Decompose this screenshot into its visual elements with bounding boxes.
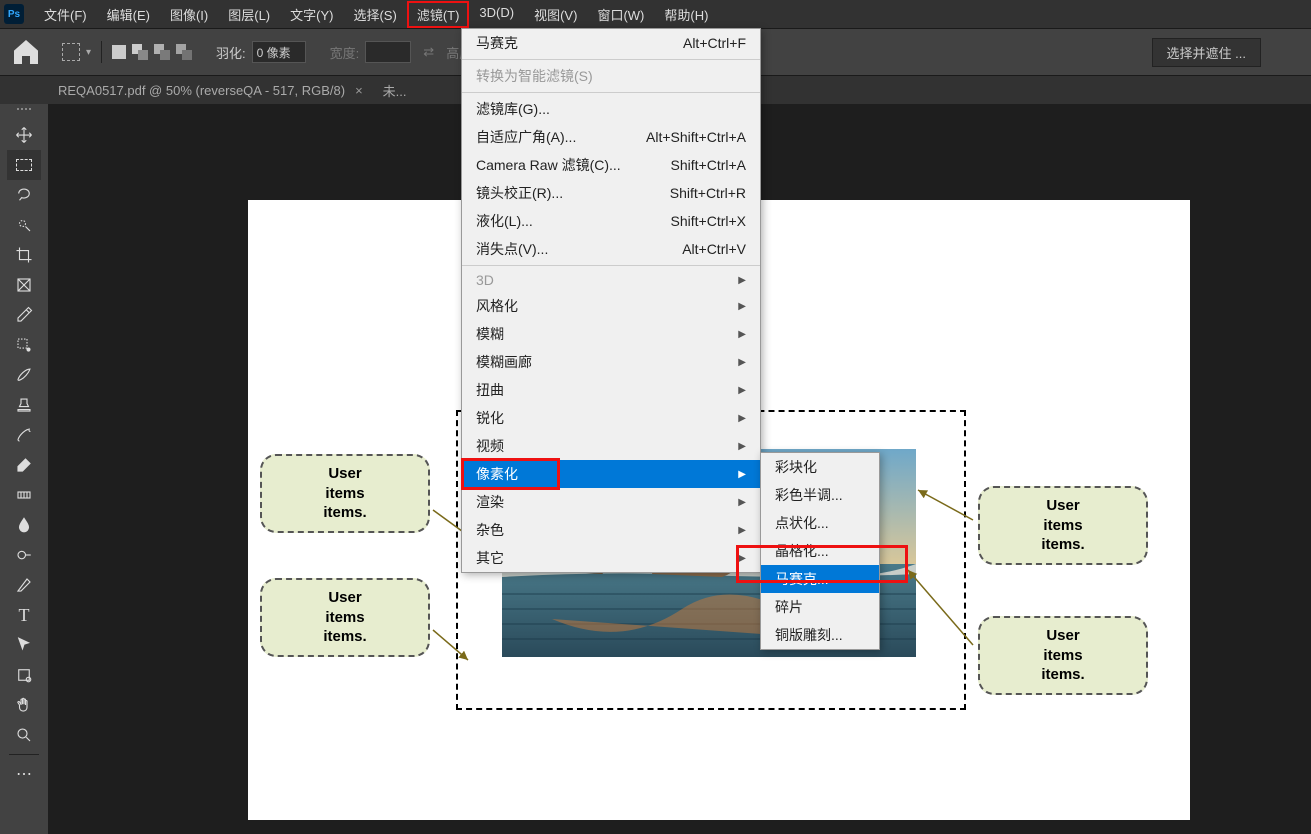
menu-图层[interactable]: 图层(L) [218,1,280,28]
marquee-icon[interactable] [62,43,80,61]
eraser-tool[interactable] [7,450,41,480]
path-select-tool[interactable] [7,630,41,660]
menu-编辑[interactable]: 编辑(E) [97,1,160,28]
menuitem-模糊画廊[interactable]: 模糊画廊▶ [462,348,760,376]
swap-icon: ⇄ [423,44,434,60]
width-label: 宽度: [330,43,360,62]
history-brush-tool[interactable] [7,420,41,450]
menuitem-模糊[interactable]: 模糊▶ [462,320,760,348]
menuitem-马赛克[interactable]: 马赛克Alt+Ctrl+F [462,29,760,57]
menu-图像[interactable]: 图像(I) [160,1,218,28]
filter-menu: 马赛克Alt+Ctrl+F 转换为智能滤镜(S) 滤镜库(G)...自适应广角(A)… [461,28,761,573]
zoom-tool[interactable] [7,720,41,750]
new-selection-icon[interactable] [112,45,126,59]
menuitem-杂色[interactable]: 杂色▶ [462,516,760,544]
marquee-tool[interactable] [7,150,41,180]
frame-tool[interactable] [7,270,41,300]
tab-1[interactable]: REQA0517.pdf @ 50% (reverseQA - 517, RGB… [48,79,373,102]
menuitem-转换为智能滤镜S: 转换为智能滤镜(S) [462,62,760,90]
brush-tool[interactable] [7,360,41,390]
menubar: Ps 文件(F)编辑(E)图像(I)图层(L)文字(Y)选择(S)滤镜(T)3D… [0,0,1311,28]
tab-2[interactable]: 未... [373,77,417,104]
ps-logo: Ps [4,4,24,24]
submenu-点状化[interactable]: 点状化... [761,509,879,537]
menuitem-扭曲[interactable]: 扭曲▶ [462,376,760,404]
feather-input[interactable] [252,41,306,63]
menu-3d[interactable]: 3D(D) [469,1,524,28]
menuitem-自适应广角A[interactable]: 自适应广角(A)...Alt+Shift+Ctrl+A [462,123,760,151]
menuitem-液化L[interactable]: 液化(L)...Shift+Ctrl+X [462,207,760,235]
move-tool[interactable] [7,120,41,150]
type-tool[interactable]: T [7,600,41,630]
healing-tool[interactable] [7,330,41,360]
quick-select-tool[interactable] [7,210,41,240]
shape-tool[interactable] [7,660,41,690]
callout-1: Useritemsitems. [260,454,430,533]
pixelate-submenu: 彩块化彩色半调...点状化...晶格化...马赛克...碎片铜版雕刻... [760,452,880,650]
width-input [365,41,411,63]
subtract-selection-icon[interactable] [154,44,170,60]
hand-tool[interactable] [7,690,41,720]
eyedropper-tool[interactable] [7,300,41,330]
menu-视图[interactable]: 视图(V) [524,1,587,28]
blur-tool[interactable] [7,510,41,540]
pen-tool[interactable] [7,570,41,600]
menuitem-视频[interactable]: 视频▶ [462,432,760,460]
gradient-tool[interactable] [7,480,41,510]
crop-tool[interactable] [7,240,41,270]
submenu-彩色半调[interactable]: 彩色半调... [761,481,879,509]
callout-3: Useritemsitems. [978,486,1148,565]
home-button[interactable] [10,36,42,68]
menu-文件[interactable]: 文件(F) [34,1,97,28]
submenu-铜版雕刻[interactable]: 铜版雕刻... [761,621,879,649]
menuitem-风格化[interactable]: 风格化▶ [462,292,760,320]
callout-2: Useritemsitems. [260,578,430,657]
menu-选择[interactable]: 选择(S) [343,1,406,28]
intersect-selection-icon[interactable] [176,44,192,60]
menuitem-渲染[interactable]: 渲染▶ [462,488,760,516]
menuitem-CameraRaw滤镜C[interactable]: Camera Raw 滤镜(C)...Shift+Ctrl+A [462,151,760,179]
menuitem-锐化[interactable]: 锐化▶ [462,404,760,432]
submenu-晶格化[interactable]: 晶格化... [761,537,879,565]
submenu-彩块化[interactable]: 彩块化 [761,453,879,481]
select-and-mask-button[interactable]: 选择并遮住 ... [1152,38,1261,67]
stamp-tool[interactable] [7,390,41,420]
submenu-碎片[interactable]: 碎片 [761,593,879,621]
callout-4: Useritemsitems. [978,616,1148,695]
add-selection-icon[interactable] [132,44,148,60]
menu-帮助[interactable]: 帮助(H) [654,1,718,28]
menuitem-其它[interactable]: 其它▶ [462,544,760,572]
feather-label: 羽化: [216,43,246,62]
dodge-tool[interactable] [7,540,41,570]
menuitem-消失点V[interactable]: 消失点(V)...Alt+Ctrl+V [462,235,760,263]
menu-文字[interactable]: 文字(Y) [280,1,343,28]
toolbox: T ⋯ [0,104,48,834]
lasso-tool[interactable] [7,180,41,210]
menuitem-像素化[interactable]: 像素化▶ [462,460,760,488]
menuitem-3D: 3D▶ [462,268,760,292]
menuitem-滤镜库G[interactable]: 滤镜库(G)... [462,95,760,123]
menuitem-镜头校正R[interactable]: 镜头校正(R)...Shift+Ctrl+R [462,179,760,207]
menu-窗口[interactable]: 窗口(W) [587,1,654,28]
more-tools[interactable]: ⋯ [7,759,41,789]
close-icon[interactable]: × [355,83,363,98]
submenu-马赛克[interactable]: 马赛克... [761,565,879,593]
marquee-mode-group: ▾ [62,41,192,63]
menu-滤镜[interactable]: 滤镜(T) [407,1,470,28]
